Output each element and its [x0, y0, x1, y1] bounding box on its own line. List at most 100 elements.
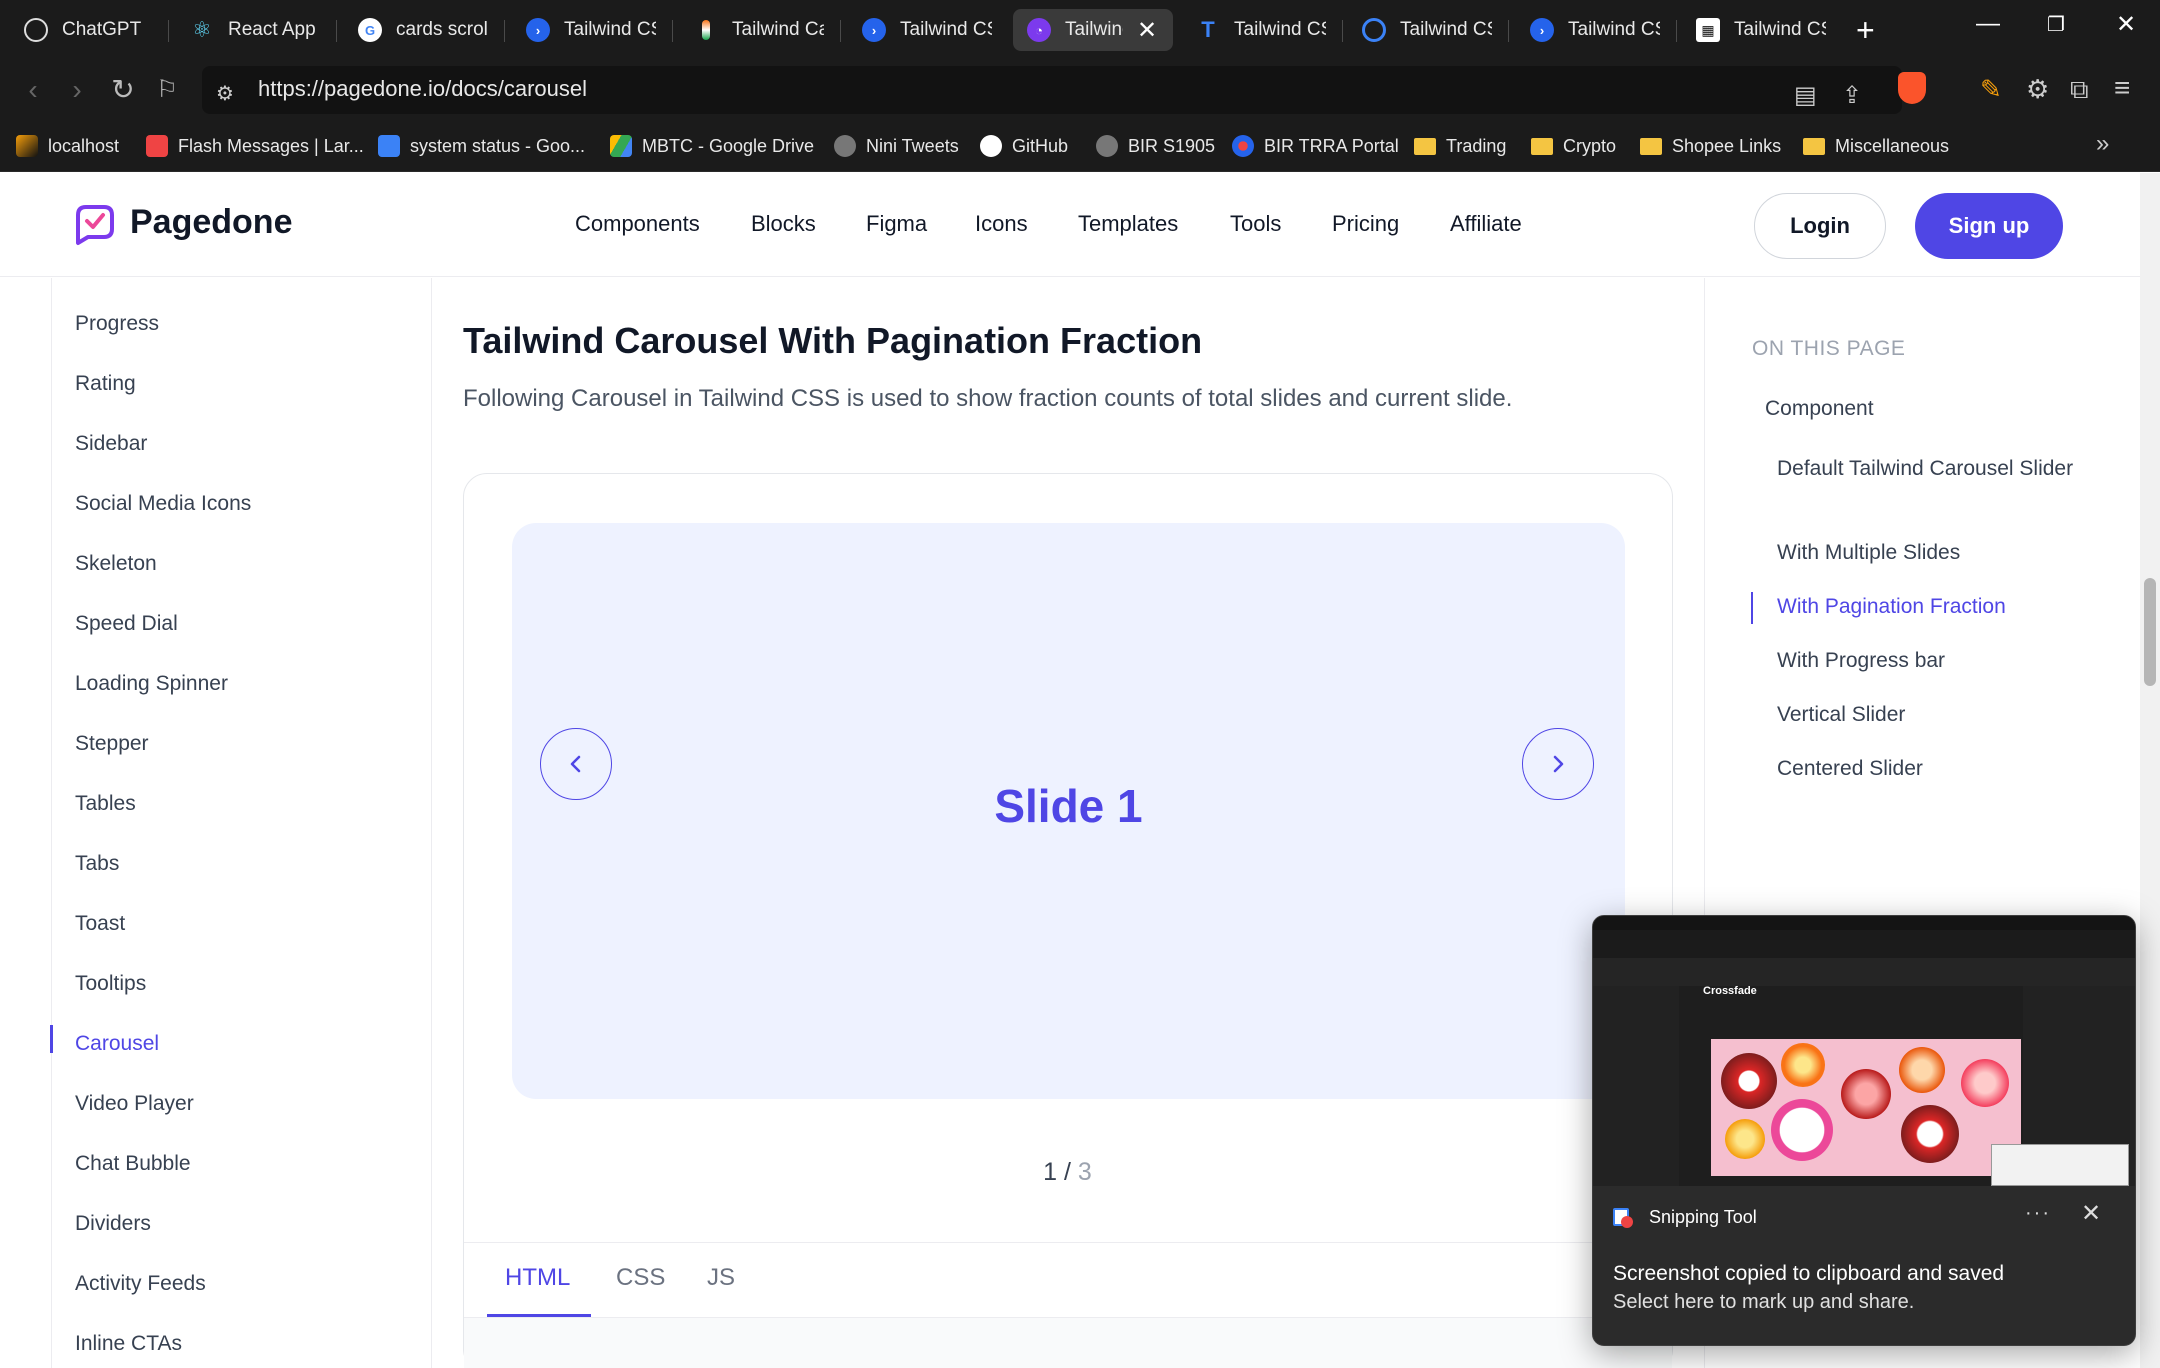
- nav-affiliate[interactable]: Affiliate: [1450, 211, 1522, 237]
- reload-icon[interactable]: ↻: [106, 74, 140, 108]
- tab-tailwind-carousel[interactable]: Tailwind Car: [694, 9, 824, 51]
- code-tab-css[interactable]: CSS: [616, 1264, 665, 1292]
- carousel-slide[interactable]: Slide 1: [512, 523, 1625, 1099]
- sidebar-item-sidebar[interactable]: Sidebar: [75, 432, 147, 456]
- sidebar-item-stepper[interactable]: Stepper: [75, 732, 149, 756]
- fraction-separator: /: [1057, 1158, 1078, 1186]
- sidebar-item-activity-feeds[interactable]: Activity Feeds: [75, 1272, 206, 1296]
- sidebar-item-dividers[interactable]: Dividers: [75, 1212, 151, 1236]
- bookmark-localhost[interactable]: localhost: [16, 132, 119, 160]
- sidebar-item-rating[interactable]: Rating: [75, 372, 136, 396]
- sidebar-item-loading-spinner[interactable]: Loading Spinner: [75, 672, 228, 696]
- toc-item-multiple-slides[interactable]: With Multiple Slides: [1777, 538, 1960, 568]
- bookmark-folder-crypto[interactable]: Crypto: [1531, 132, 1616, 160]
- pencil-icon[interactable]: ✎: [1980, 74, 2002, 105]
- sidebar-item-inline-ctas[interactable]: Inline CTAs: [75, 1332, 182, 1356]
- toc-item-vertical-slider[interactable]: Vertical Slider: [1777, 700, 1905, 730]
- toc-heading: ON THIS PAGE: [1752, 337, 1906, 360]
- toc-item-centered-slider[interactable]: Centered Slider: [1777, 754, 1923, 784]
- bookmark-icon[interactable]: ⚐: [150, 74, 184, 108]
- bookmark-nini-tweets[interactable]: Nini Tweets: [834, 132, 959, 160]
- page-scrollbar[interactable]: [2140, 173, 2160, 1368]
- code-panel[interactable]: [464, 1318, 1672, 1368]
- login-button[interactable]: Login: [1754, 193, 1886, 259]
- sidebar-item-progress[interactable]: Progress: [75, 312, 159, 336]
- carousel-prev-button[interactable]: [540, 728, 612, 800]
- minimize-button[interactable]: —: [1968, 10, 2008, 38]
- new-tab-button[interactable]: +: [1856, 12, 1875, 48]
- nav-blocks[interactable]: Blocks: [751, 211, 816, 237]
- share-icon[interactable]: ⇪: [1842, 81, 1862, 110]
- brave-shields-icon[interactable]: [1898, 72, 1926, 104]
- bookmark-flash-messages[interactable]: Flash Messages | Lar...: [146, 132, 364, 160]
- back-button[interactable]: ‹: [16, 74, 50, 108]
- toc-item-component[interactable]: Component: [1765, 394, 1874, 424]
- tab-chatgpt[interactable]: ChatGPT: [24, 9, 154, 51]
- tab-tailwind-css-2[interactable]: › Tailwind CSS: [862, 9, 992, 51]
- scrollbar-thumb[interactable]: [2144, 578, 2156, 686]
- sidebar-item-tables[interactable]: Tables: [75, 792, 136, 816]
- forward-button[interactable]: ›: [60, 74, 94, 108]
- code-tab-html[interactable]: HTML: [505, 1264, 570, 1292]
- toast-message: Screenshot copied to clipboard and saved: [1613, 1262, 2005, 1285]
- tab-cards-scroll[interactable]: G cards scroll: [358, 9, 488, 51]
- fraction-total: 3: [1077, 1158, 1092, 1186]
- bookmark-github[interactable]: GitHub: [980, 132, 1068, 160]
- url-text[interactable]: https://pagedone.io/docs/carousel: [258, 76, 587, 102]
- bookmark-bir-s1905[interactable]: BIR S1905: [1096, 132, 1215, 160]
- tab-tailwind-css-5[interactable]: › Tailwind CSS: [1530, 9, 1660, 51]
- extensions-icon[interactable]: ⧉: [2070, 74, 2089, 106]
- nav-icons[interactable]: Icons: [975, 211, 1028, 237]
- nav-figma[interactable]: Figma: [866, 211, 927, 237]
- nav-components[interactable]: Components: [575, 211, 700, 237]
- reader-mode-icon[interactable]: ▤: [1794, 81, 1817, 110]
- globe-icon: [1096, 135, 1118, 157]
- site-settings-icon[interactable]: ⚙: [216, 81, 234, 106]
- tab-tailwind-css-3[interactable]: T Tailwind CSS: [1196, 9, 1326, 51]
- sidebar-item-social-media-icons[interactable]: Social Media Icons: [75, 492, 251, 516]
- close-icon[interactable]: ✕: [2081, 1199, 2101, 1228]
- sidebar-item-toast[interactable]: Toast: [75, 912, 125, 936]
- carousel-next-button[interactable]: [1522, 728, 1594, 800]
- tab-tailwind-css-4[interactable]: Tailwind CSS: [1362, 9, 1492, 51]
- sidebar-item-speed-dial[interactable]: Speed Dial: [75, 612, 178, 636]
- tab-pagedone-active[interactable]: ◔ Tailwind ✕: [1013, 9, 1173, 51]
- bookmark-system-status[interactable]: system status - Goo...: [378, 132, 585, 160]
- pagedone-icon: ◔: [1027, 18, 1051, 42]
- nav-tools[interactable]: Tools: [1230, 211, 1281, 237]
- settings-gear-icon[interactable]: ⚙: [2026, 74, 2049, 105]
- tab-tailwind-css-6[interactable]: ▦ Tailwind CSS: [1696, 9, 1826, 51]
- menu-icon[interactable]: ≡: [2114, 72, 2130, 104]
- browser-toolbar: ‹ › ↻ ⚐ ⚙ ▤ ⇪ https://pagedone.io/docs/c…: [0, 60, 2160, 120]
- code-tab-js[interactable]: JS: [707, 1264, 735, 1292]
- folder-icon: [1803, 137, 1825, 155]
- screenshot-thumbnail[interactable]: Crossfade: [1593, 916, 2135, 1186]
- sidebar-item-tooltips[interactable]: Tooltips: [75, 972, 146, 996]
- sidebar-item-carousel[interactable]: Carousel: [75, 1032, 159, 1056]
- signup-button[interactable]: Sign up: [1915, 193, 2063, 259]
- toc-item-default-slider[interactable]: Default Tailwind Carousel Slider: [1777, 454, 2077, 484]
- close-tab-icon[interactable]: ✕: [1137, 16, 1157, 45]
- sidebar-item-video-player[interactable]: Video Player: [75, 1092, 194, 1116]
- snipping-tool-notification[interactable]: Crossfade Snipping Tool ··· ✕ Screenshot…: [1592, 915, 2136, 1346]
- toc-item-pagination-fraction[interactable]: With Pagination Fraction: [1777, 592, 2006, 622]
- bookmark-folder-shopee[interactable]: Shopee Links: [1640, 132, 1781, 160]
- bookmark-mbtc-drive[interactable]: MBTC - Google Drive: [610, 132, 814, 160]
- restore-button[interactable]: ❐: [2036, 12, 2076, 37]
- more-options-icon[interactable]: ···: [2025, 1202, 2051, 1225]
- tab-react-app[interactable]: ⚛ React App: [190, 9, 320, 51]
- tab-tailwind-css-1[interactable]: › Tailwind CSS: [526, 9, 656, 51]
- bookmark-bir-trra[interactable]: BIR TRRA Portal: [1232, 132, 1399, 160]
- sidebar-item-skeleton[interactable]: Skeleton: [75, 552, 157, 576]
- close-window-button[interactable]: ✕: [2106, 10, 2146, 39]
- sidebar-item-tabs[interactable]: Tabs: [75, 852, 119, 876]
- toc-item-progress-bar[interactable]: With Progress bar: [1777, 646, 1945, 676]
- bookmark-folder-misc[interactable]: Miscellaneous: [1803, 132, 1949, 160]
- slide-label: Slide 1: [994, 780, 1143, 832]
- nav-pricing[interactable]: Pricing: [1332, 211, 1399, 237]
- google-icon: G: [358, 18, 382, 42]
- bookmark-folder-trading[interactable]: Trading: [1414, 132, 1506, 160]
- folder-icon: [1414, 137, 1436, 155]
- more-bookmarks-icon[interactable]: »: [2096, 130, 2109, 158]
- nav-templates[interactable]: Templates: [1078, 211, 1178, 237]
